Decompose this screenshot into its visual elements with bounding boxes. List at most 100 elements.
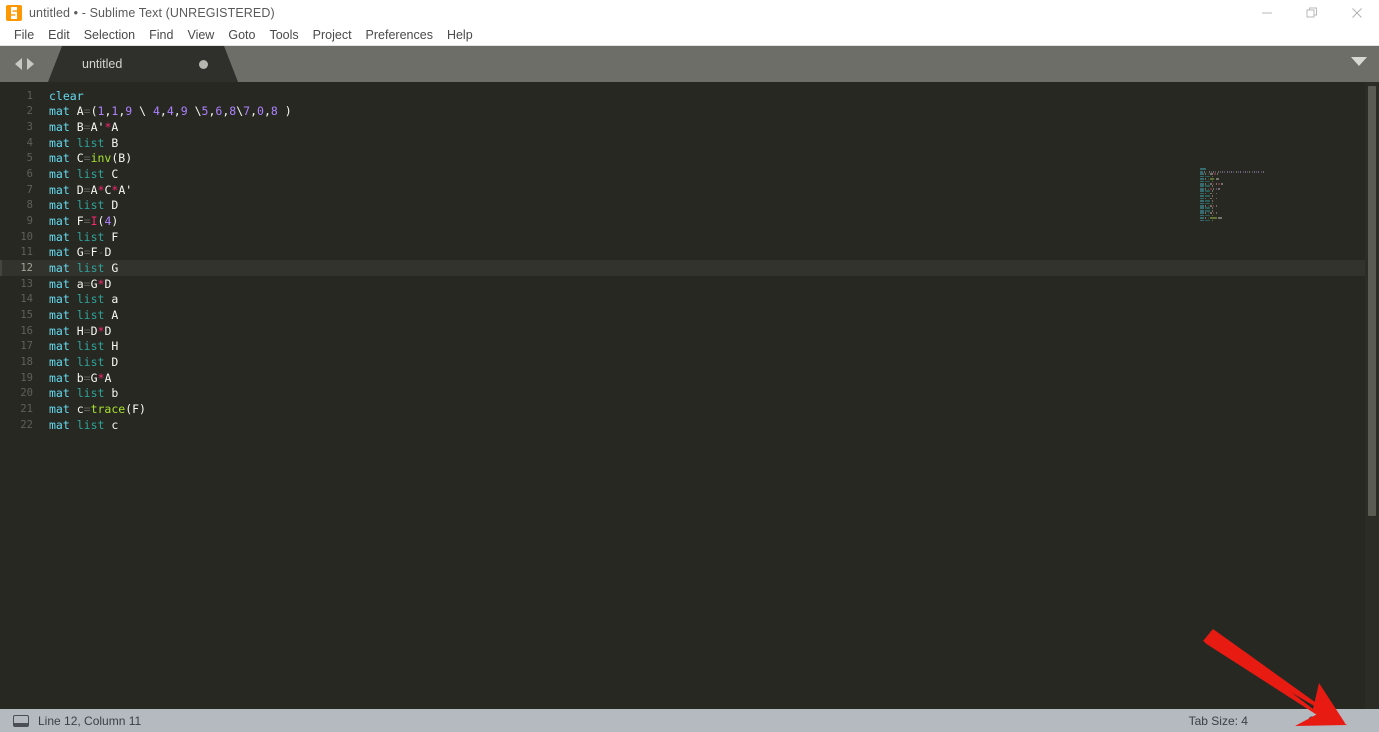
code-line[interactable]: 22 mat list c — [0, 417, 1379, 433]
menu-item-help[interactable]: Help — [440, 26, 480, 45]
window-controls — [1244, 0, 1379, 26]
code-text: mat A=(1,1,9 \ 4,4,9 \5,6,8\7,0,8 ) — [34, 104, 292, 118]
code-token: ) — [277, 104, 292, 119]
line-endings-icon[interactable] — [13, 714, 29, 727]
tab-size-label[interactable]: Tab Size: 4 — [1189, 714, 1248, 728]
minimize-button[interactable] — [1244, 0, 1289, 26]
code-token: list — [76, 135, 105, 150]
code-line[interactable]: 3 mat B=A'*A — [0, 119, 1379, 135]
code-text: mat b=G*A — [34, 371, 111, 385]
code-line[interactable]: 20 mat list b — [0, 385, 1379, 401]
close-button[interactable] — [1334, 0, 1379, 26]
code-token: list — [76, 167, 105, 182]
code-token: list — [76, 292, 105, 307]
menu-item-edit[interactable]: Edit — [41, 26, 77, 45]
code-line[interactable]: 15 mat list A — [0, 307, 1379, 323]
code-token: A — [90, 182, 98, 197]
code-line[interactable]: 1 clear — [0, 88, 1379, 104]
code-token: = — [83, 401, 91, 416]
menu-item-preferences[interactable]: Preferences — [359, 26, 440, 45]
menu-item-selection[interactable]: Selection — [77, 26, 142, 45]
code-content[interactable]: 1 clear 2 mat A=(1,1,9 \ 4,4,9 \5,6,8\7,0,8… — [0, 82, 1379, 709]
scrollbar-thumb[interactable] — [1368, 86, 1376, 516]
code-token: 4 — [152, 104, 160, 119]
close-icon — [1351, 8, 1362, 18]
code-token: = — [83, 370, 91, 385]
code-token: list — [76, 339, 105, 354]
line-number: 16 — [20, 324, 33, 337]
code-token: trace — [90, 401, 126, 416]
syntax-label[interactable]: Stata — [1308, 714, 1336, 728]
code-token: G — [69, 245, 84, 260]
code-line[interactable]: 12 mat list G — [0, 260, 1379, 276]
code-token: G — [90, 276, 98, 291]
code-token: mat — [49, 167, 70, 182]
code-token: D — [104, 323, 112, 338]
code-line[interactable]: 14 mat list a — [0, 292, 1379, 308]
menu-item-view[interactable]: View — [180, 26, 221, 45]
menu-item-find[interactable]: Find — [142, 26, 180, 45]
menu-item-file[interactable]: File — [7, 26, 41, 45]
vertical-scrollbar[interactable] — [1365, 82, 1379, 709]
code-line[interactable]: 18 mat list D — [0, 354, 1379, 370]
code-token: b — [104, 386, 119, 401]
line-number: 17 — [20, 340, 33, 353]
code-text: mat list A — [34, 308, 118, 322]
code-token: mat — [49, 401, 70, 416]
code-line[interactable]: 11 mat G=F-D — [0, 245, 1379, 261]
code-token: mat — [49, 417, 70, 432]
code-token: H — [69, 323, 84, 338]
code-token: I — [90, 214, 98, 229]
code-line[interactable]: 4 mat list B — [0, 135, 1379, 151]
code-text: mat a=G*D — [34, 277, 111, 291]
code-line[interactable]: 7 mat D=A*C*A' — [0, 182, 1379, 198]
editor-pane[interactable]: 1 clear 2 mat A=(1,1,9 \ 4,4,9 \5,6,8\7,0,8… — [0, 82, 1379, 709]
menu-item-project[interactable]: Project — [306, 26, 359, 45]
code-token: c — [69, 401, 84, 416]
code-token: b — [69, 370, 84, 385]
code-line[interactable]: 2 mat A=(1,1,9 \ 4,4,9 \5,6,8\7,0,8 ) — [0, 104, 1379, 120]
code-token: B — [69, 120, 84, 135]
tab-background — [48, 46, 238, 82]
chevron-left-icon[interactable] — [14, 58, 22, 70]
code-line[interactable]: 16 mat H=D*D — [0, 323, 1379, 339]
code-line[interactable]: 13 mat a=G*D — [0, 276, 1379, 292]
chevron-down-icon[interactable] — [1351, 57, 1367, 66]
tab-dirty-indicator[interactable] — [199, 59, 208, 69]
code-line[interactable]: 6 mat list C — [0, 166, 1379, 182]
code-text: mat D=A*C*A' — [34, 183, 132, 197]
line-number: 21 — [20, 402, 33, 415]
code-token: a — [104, 292, 119, 307]
code-token: D — [104, 245, 112, 260]
title-bar: untitled • - Sublime Text (UNREGISTERED) — [0, 0, 1379, 26]
restore-button[interactable] — [1289, 0, 1334, 26]
code-line[interactable]: 8 mat list D — [0, 198, 1379, 214]
menu-item-goto[interactable]: Goto — [221, 26, 262, 45]
code-token: = — [83, 245, 91, 260]
code-line[interactable]: 10 mat list F — [0, 229, 1379, 245]
code-token: \ — [132, 104, 153, 119]
code-token: mat — [49, 370, 70, 385]
code-token: list — [76, 229, 105, 244]
menu-item-tools[interactable]: Tools — [262, 26, 305, 45]
tab-untitled[interactable]: untitled — [48, 46, 238, 82]
code-token: , — [173, 104, 181, 119]
code-token: H — [104, 339, 119, 354]
code-text: mat list c — [34, 418, 118, 432]
code-line[interactable]: 5 mat C=inv(B) — [0, 151, 1379, 167]
code-line[interactable]: 19 mat b=G*A — [0, 370, 1379, 386]
code-line[interactable]: 21 mat c=trace(F) — [0, 401, 1379, 417]
tab-navigation — [0, 46, 48, 82]
code-line[interactable]: 9 mat F=I(4) — [0, 213, 1379, 229]
code-line[interactable]: 17 mat list H — [0, 339, 1379, 355]
chevron-right-icon[interactable] — [26, 58, 34, 70]
code-token: mat — [49, 261, 70, 276]
line-number: 10 — [20, 230, 33, 243]
code-token: , — [250, 104, 258, 119]
code-token: 0 — [257, 104, 264, 119]
line-number: 11 — [20, 246, 33, 259]
